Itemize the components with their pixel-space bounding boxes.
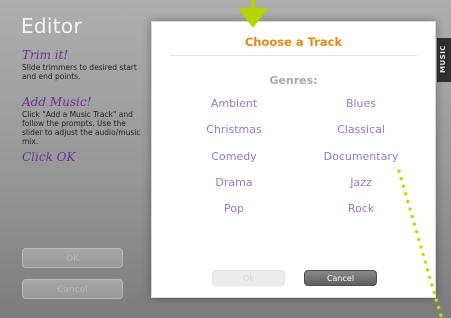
genres-heading: Genres: [269,74,318,87]
genre-blues[interactable]: Blues [329,97,393,110]
step-trim-title: Trim it! [22,48,69,62]
editor-screen: Editor Trim it! Slide trimmers to desire… [0,0,451,318]
genre-jazz[interactable]: Jazz [334,176,388,189]
down-arrow-icon [238,8,268,28]
genre-drama[interactable]: Drama [204,176,264,189]
title-divider [170,55,418,56]
genre-christmas[interactable]: Christmas [199,123,269,136]
editor-ok-button[interactable]: OK [22,248,123,268]
editor-title: Editor [21,14,82,38]
genre-documentary[interactable]: Documentary [312,150,410,163]
step-music-text: Click "Add a Music Track" and follow the… [22,110,141,146]
genre-comedy[interactable]: Comedy [203,150,265,163]
genre-pop[interactable]: Pop [209,202,259,215]
step-trim-text: Slide trimmers to desired start and end … [22,63,137,81]
dialog-cancel-button[interactable]: Cancel [304,270,377,286]
dialog-ok-button[interactable]: Ok [212,270,285,286]
dialog-title: Choose a Track [244,35,343,49]
genre-ambient[interactable]: Ambient [204,97,264,110]
music-tab[interactable]: MUSIC [437,38,451,82]
genre-classical[interactable]: Classical [324,123,398,136]
editor-cancel-button[interactable]: Cancel [22,279,123,299]
step-music-title: Add Music! [22,95,92,109]
genre-rock[interactable]: Rock [336,202,386,215]
editor-instructions-panel: Editor Trim it! Slide trimmers to desire… [0,0,150,318]
choose-track-dialog: Choose a Track Genres: Ambient Blues Chr… [151,21,436,298]
music-tab-label: MUSIC [439,45,447,73]
step-ok-title: Click OK [22,150,76,164]
